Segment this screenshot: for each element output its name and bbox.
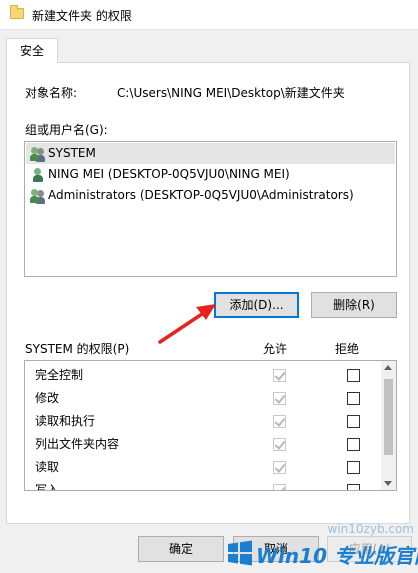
permission-name: 完全控制 (35, 368, 84, 382)
permission-row: 读取和执行 (25, 410, 381, 433)
deny-checkbox[interactable] (347, 369, 360, 382)
permission-name: 读取 (35, 460, 60, 474)
deny-checkbox[interactable] (347, 484, 360, 490)
permission-row: 读取 (25, 456, 381, 479)
allow-checkbox (273, 484, 286, 490)
title-bar: 新建文件夹 的权限 (0, 0, 418, 30)
users-group-icon (30, 146, 46, 162)
permission-name: 读取和执行 (35, 414, 96, 428)
list-item-label: SYSTEM (48, 146, 96, 160)
window-title: 新建文件夹 的权限 (32, 9, 132, 23)
allow-checkbox (273, 415, 286, 428)
allow-column-header: 允许 (263, 342, 288, 356)
security-panel: 对象名称: C:\Users\NING MEI\Desktop\新建文件夹 组或… (6, 62, 410, 524)
watermark-url: win10zyb.com (327, 522, 414, 536)
list-item-administrators[interactable]: Administrators (DESKTOP-0Q5VJU0\Administ… (26, 185, 395, 206)
allow-checkbox (273, 392, 286, 405)
permissions-label: SYSTEM 的权限(P) (25, 342, 130, 356)
tab-security[interactable]: 安全 (6, 38, 58, 63)
object-name-value: C:\Users\NING MEI\Desktop\新建文件夹 (117, 86, 345, 100)
permission-row: 写入 (25, 479, 381, 491)
permission-row: 列出文件夹内容 (25, 433, 381, 456)
scroll-up-arrow-icon[interactable] (384, 365, 392, 370)
folder-icon (10, 5, 24, 19)
object-name-label: 对象名称: (25, 86, 78, 100)
watermark: win10zyb.com Win10 专业版官网 (218, 518, 418, 573)
deny-checkbox[interactable] (347, 392, 360, 405)
permissions-scrollbar[interactable] (381, 361, 396, 490)
user-icon (30, 167, 46, 183)
scroll-down-arrow-icon[interactable] (384, 481, 392, 486)
deny-column-header: 拒绝 (335, 342, 360, 356)
permission-name: 修改 (35, 391, 60, 405)
group-user-list[interactable]: SYSTEM NING MEI (DESKTOP-0Q5VJU0\NING ME… (24, 141, 397, 277)
allow-checkbox (273, 369, 286, 382)
watermark-brand: Win10 专业版官网 (256, 544, 418, 568)
list-item-ning-mei[interactable]: NING MEI (DESKTOP-0Q5VJU0\NING MEI) (26, 164, 395, 185)
windows-logo-icon (228, 540, 252, 566)
add-button[interactable]: 添加(D)... (214, 292, 299, 318)
deny-checkbox[interactable] (347, 438, 360, 451)
permissions-list[interactable]: 完全控制 修改 读取和执行 列出文件夹内容 读取 写入 (24, 360, 397, 491)
allow-checkbox (273, 438, 286, 451)
list-item-label: NING MEI (DESKTOP-0Q5VJU0\NING MEI) (48, 167, 290, 181)
permission-row: 完全控制 (25, 364, 381, 387)
permission-name: 写入 (35, 483, 60, 491)
permission-row: 修改 (25, 387, 381, 410)
deny-checkbox[interactable] (347, 415, 360, 428)
list-item-label: Administrators (DESKTOP-0Q5VJU0\Administ… (48, 188, 354, 202)
list-item-system[interactable]: SYSTEM (26, 143, 395, 164)
remove-button[interactable]: 删除(R) (311, 292, 397, 318)
ok-button[interactable]: 确定 (138, 536, 224, 562)
users-group-icon (30, 188, 46, 204)
permission-name: 列出文件夹内容 (35, 437, 120, 451)
group-user-label: 组或用户名(G): (25, 123, 108, 137)
scroll-thumb[interactable] (384, 379, 393, 455)
deny-checkbox[interactable] (347, 461, 360, 474)
allow-checkbox (273, 461, 286, 474)
